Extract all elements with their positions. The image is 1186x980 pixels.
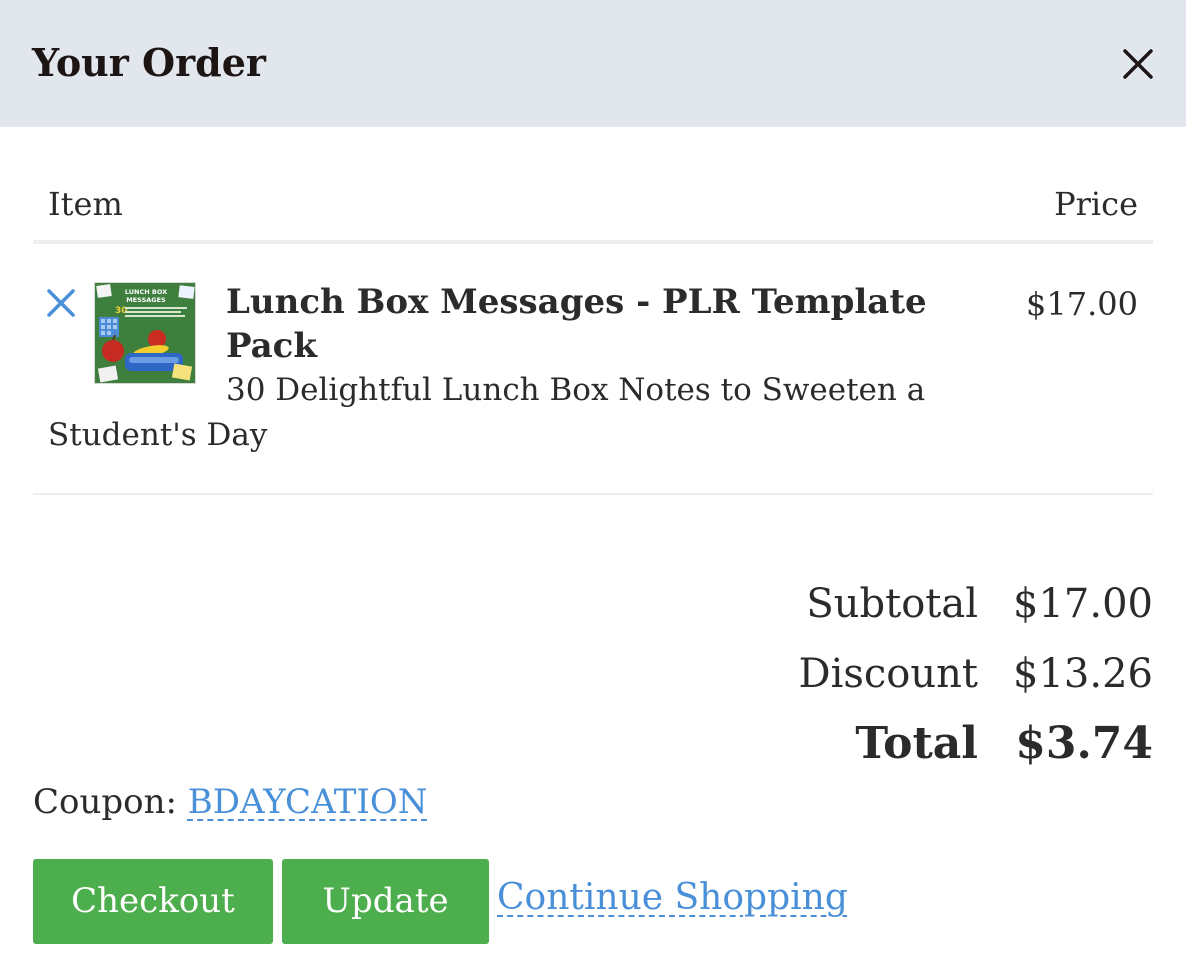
item-price: $17.00 (1026, 285, 1138, 323)
total-row: Total $3.74 (553, 716, 1153, 776)
modal-header: Your Order (0, 0, 1186, 127)
checkout-button[interactable]: Checkout (33, 859, 273, 944)
remove-item-button[interactable] (44, 286, 78, 320)
svg-text:MESSAGES: MESSAGES (126, 296, 166, 304)
total-value: $3.74 (1015, 718, 1153, 769)
discount-value: $13.26 (1013, 651, 1153, 697)
discount-label: Discount (798, 651, 978, 697)
column-header-item: Item (48, 185, 123, 223)
close-button[interactable] (1110, 36, 1166, 92)
continue-shopping-link[interactable]: Continue Shopping (497, 874, 848, 922)
discount-row: Discount $13.26 (553, 646, 1153, 706)
order-modal: Your Order Item Price LUNCH BOX MESSAGES (0, 0, 1186, 980)
modal-title: Your Order (32, 40, 266, 85)
update-button[interactable]: Update (282, 859, 489, 944)
item-divider (33, 493, 1153, 495)
svg-text:LUNCH BOX: LUNCH BOX (125, 288, 167, 296)
header-divider (33, 240, 1153, 244)
item-description: 30 Delightful Lunch Box Notes to Sweeten… (48, 372, 926, 453)
item-name[interactable]: Lunch Box Messages - PLR Template Pack (226, 280, 986, 368)
close-icon (1123, 49, 1153, 79)
total-label: Total (855, 718, 978, 769)
column-header-price: Price (1054, 185, 1138, 223)
remove-x-icon (47, 289, 75, 317)
subtotal-label: Subtotal (806, 581, 978, 627)
coupon-line: Coupon: BDAYCATION (33, 780, 428, 824)
coupon-label: Coupon: (33, 782, 177, 822)
subtotal-value: $17.00 (1013, 581, 1153, 627)
subtotal-row: Subtotal $17.00 (553, 576, 1153, 636)
coupon-code-link[interactable]: BDAYCATION (188, 782, 428, 822)
